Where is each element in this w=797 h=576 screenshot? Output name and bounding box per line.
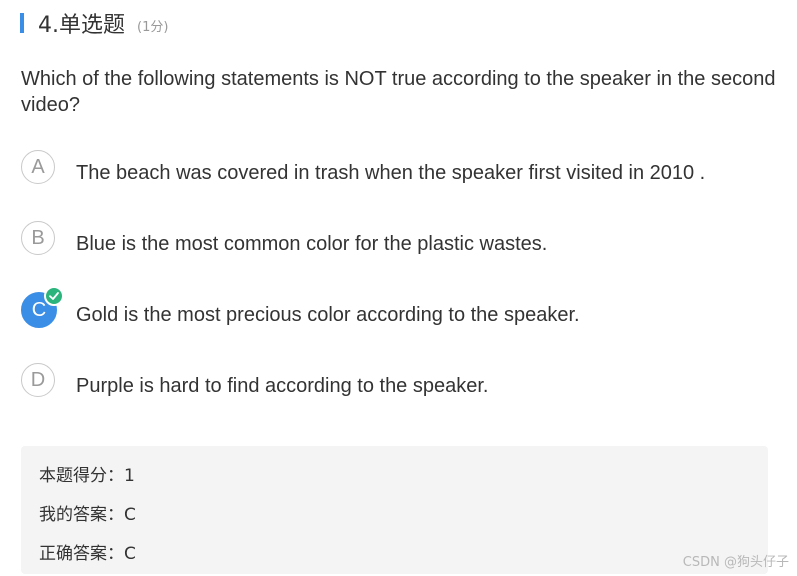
option-d[interactable]: D Purple is hard to find according to th… <box>21 363 781 403</box>
correct-answer-row: 正确答案：C <box>39 539 136 564</box>
my-answer-row: 我的答案：C <box>39 500 136 525</box>
option-b-text[interactable]: Blue is the most common color for the pl… <box>76 233 547 256</box>
option-b[interactable]: B Blue is the most common color for the … <box>21 221 781 261</box>
score-label: 本题得分： <box>39 466 124 486</box>
option-b-radio[interactable]: B <box>21 221 55 255</box>
option-a-radio[interactable]: A <box>21 150 55 184</box>
question-text: Which of the following statements is NOT… <box>21 68 776 116</box>
option-c-letter: C <box>31 298 47 321</box>
my-answer-value: C <box>124 505 136 525</box>
question-score: (1分) <box>137 19 169 35</box>
check-icon <box>44 286 64 306</box>
my-answer-label: 我的答案： <box>39 505 124 525</box>
question-type-title: 4.单选题 <box>38 13 125 38</box>
correct-answer-value: C <box>124 544 136 564</box>
result-panel: 本题得分：1 我的答案：C 正确答案：C <box>21 446 768 574</box>
watermark: CSDN @狗头仔子 <box>682 555 789 570</box>
question-header: 4.单选题 (1分) <box>20 8 168 38</box>
option-c-text[interactable]: Gold is the most precious color accordin… <box>76 304 580 327</box>
option-a[interactable]: A The beach was covered in trash when th… <box>21 150 781 190</box>
score-row: 本题得分：1 <box>39 461 135 486</box>
option-d-radio[interactable]: D <box>21 363 55 397</box>
option-c-radio[interactable]: C <box>21 286 64 328</box>
option-c[interactable]: C Gold is the most precious color accord… <box>21 286 781 332</box>
option-a-text[interactable]: The beach was covered in trash when the … <box>76 162 705 185</box>
accent-bar <box>20 13 24 33</box>
score-value: 1 <box>124 466 135 486</box>
correct-answer-label: 正确答案： <box>39 544 124 564</box>
option-d-text[interactable]: Purple is hard to find according to the … <box>76 375 488 398</box>
